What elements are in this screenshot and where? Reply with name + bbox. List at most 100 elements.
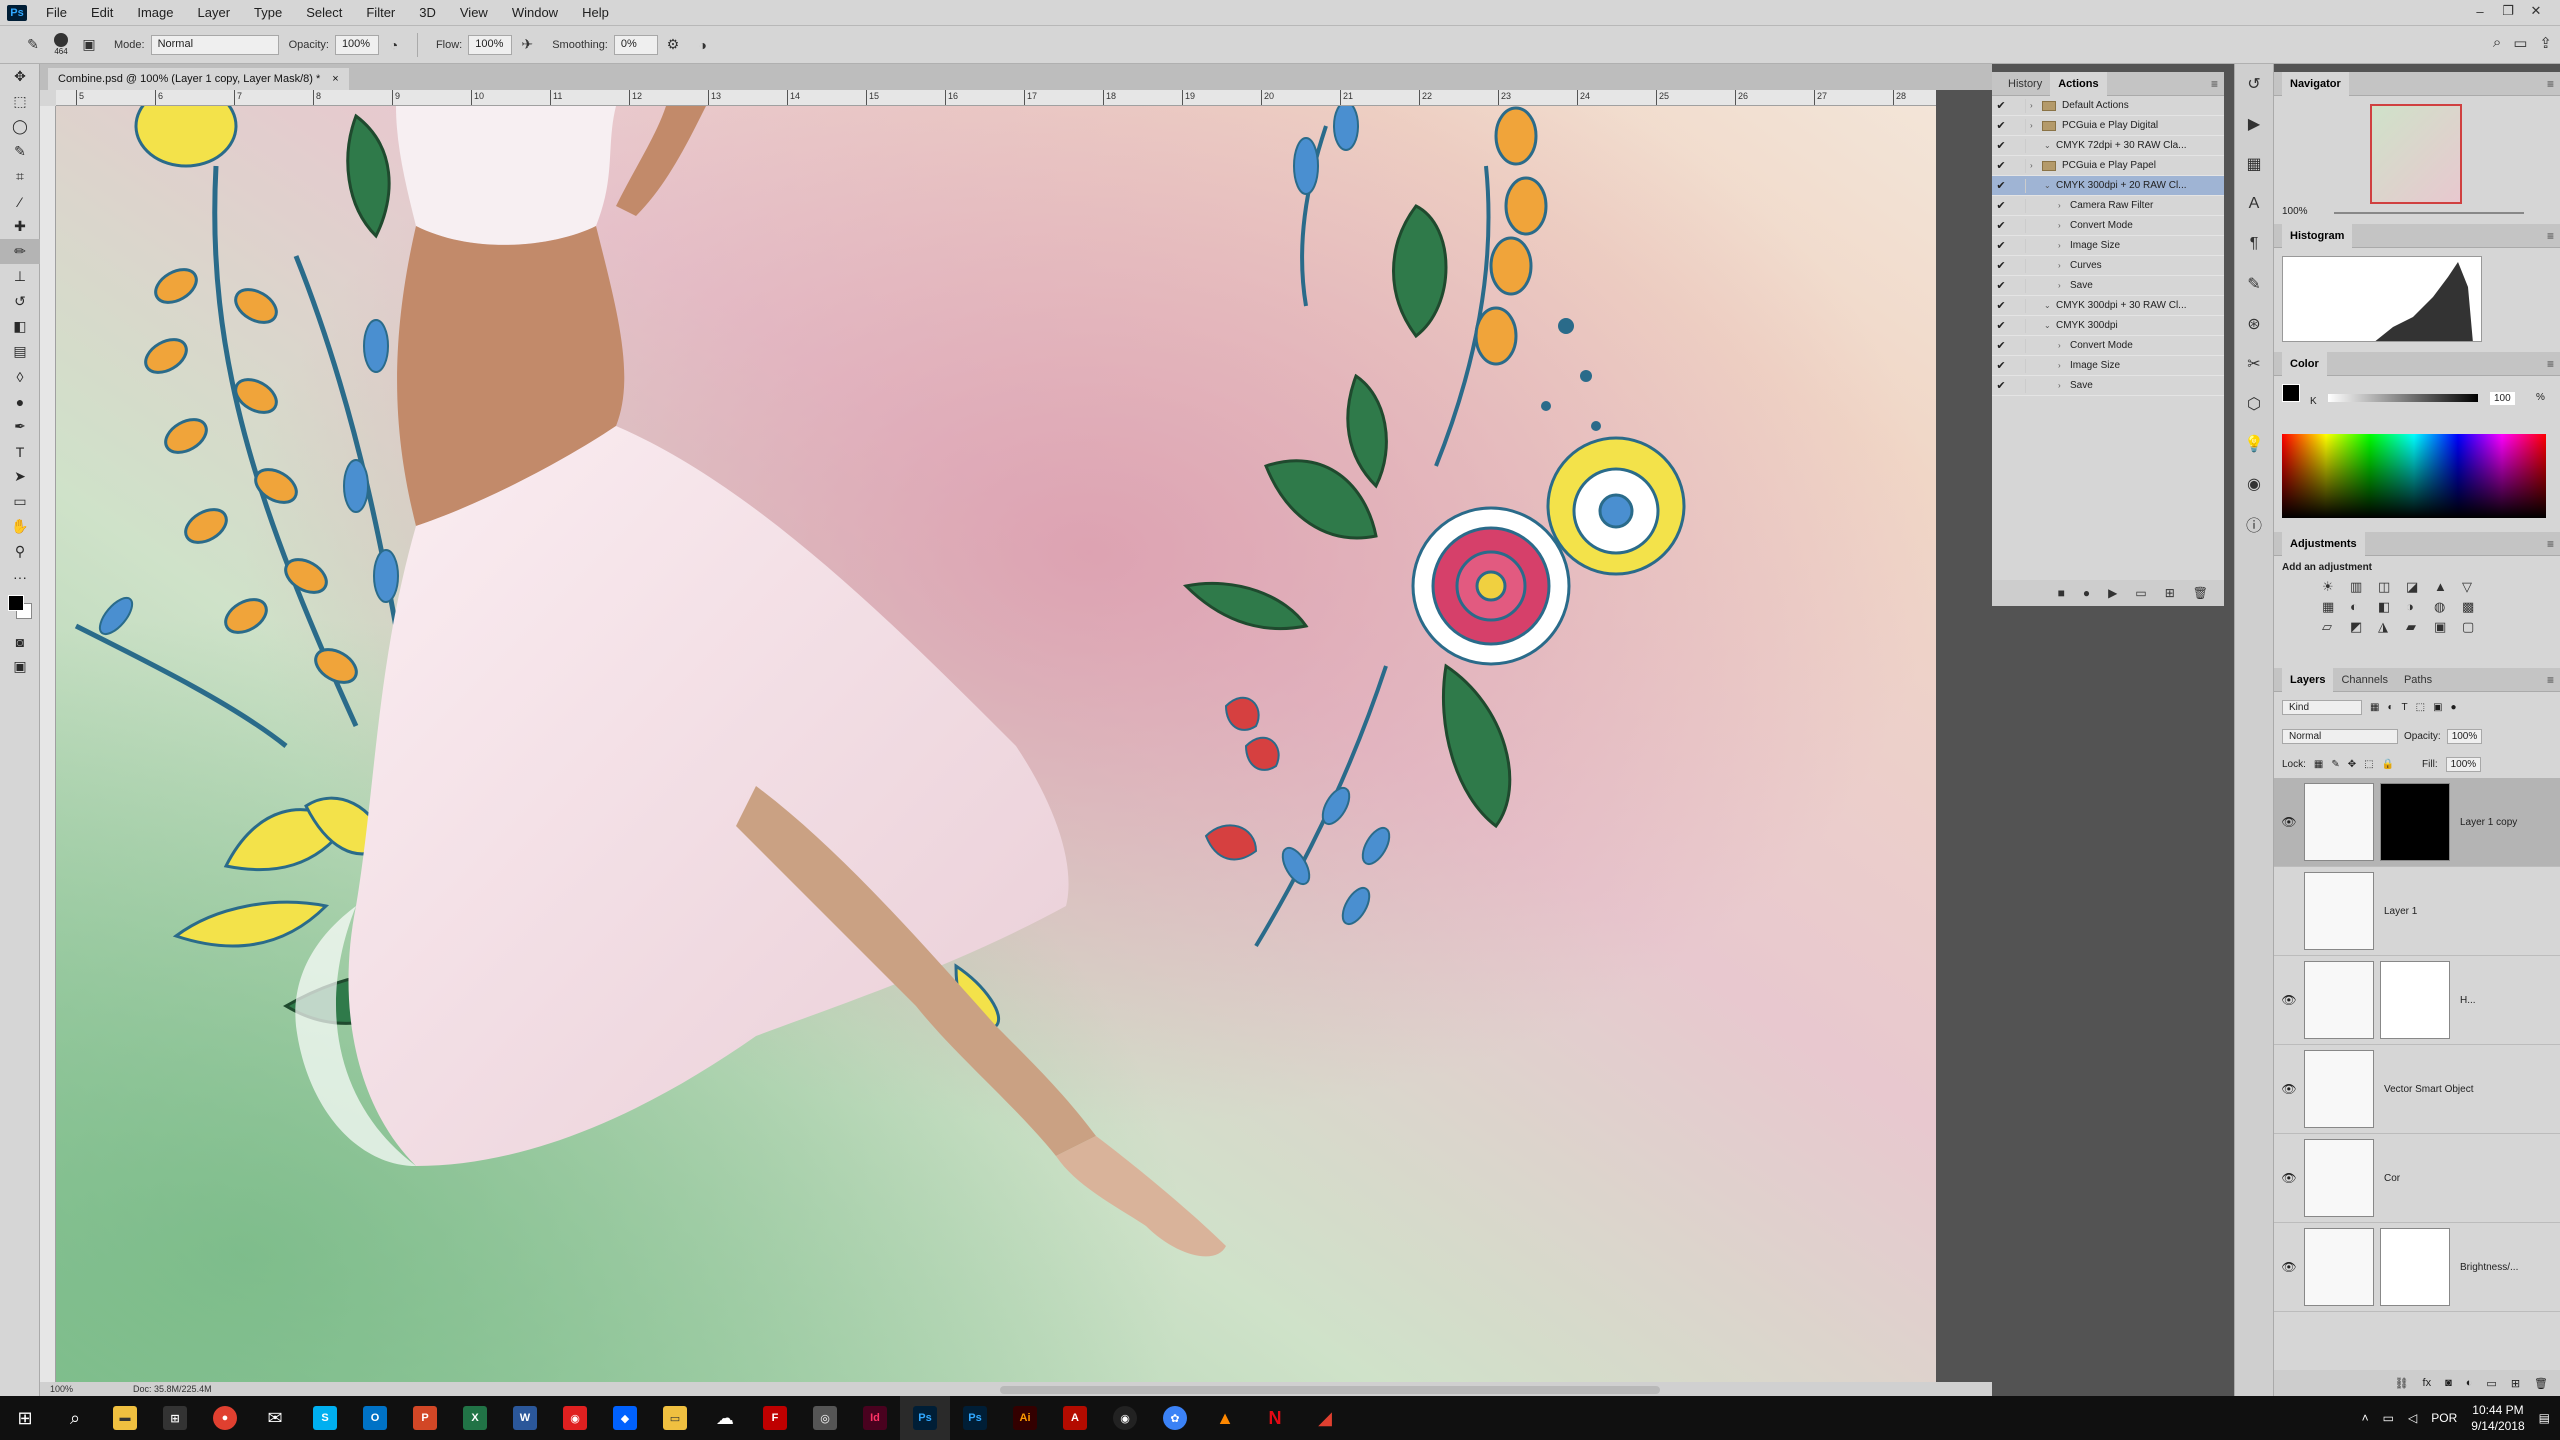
lock-transparent-icon[interactable]: ▦ — [2314, 759, 2323, 770]
layer-blend-select[interactable]: Normal — [2282, 728, 2398, 744]
airbrush-icon[interactable]: ✈ — [516, 34, 538, 56]
chrome-icon[interactable]: ● — [200, 1396, 250, 1440]
menu-view[interactable]: View — [448, 0, 500, 26]
layer-filter-select[interactable]: Kind — [2282, 699, 2362, 715]
layer-row[interactable]: 👁 Layer 1 copy — [2274, 778, 2560, 867]
history-brush-tool-icon[interactable]: ↺ — [0, 289, 40, 314]
adjustment-icon[interactable]: ▽ — [2462, 579, 2486, 595]
menu-filter[interactable]: Filter — [354, 0, 407, 26]
navigator-zoom-slider[interactable] — [2334, 212, 2524, 214]
toggle-check-icon[interactable]: ✔ — [1992, 259, 2010, 272]
adjustment-icon[interactable]: ◩ — [2350, 619, 2374, 635]
healing-tool-icon[interactable]: ✚ — [0, 214, 40, 239]
panel-menu-icon[interactable]: ≡ — [2547, 224, 2554, 248]
3d-icon[interactable]: ⬡ — [2235, 384, 2273, 424]
filter-pixel-icon[interactable]: ▦ — [2370, 702, 2379, 713]
expand-chevron-icon[interactable]: › — [2030, 121, 2042, 130]
layer-thumbnail[interactable] — [2304, 783, 2374, 861]
color-swatches[interactable] — [0, 589, 39, 629]
indesign-icon[interactable]: Id — [850, 1396, 900, 1440]
document-tab[interactable]: Combine.psd @ 100% (Layer 1 copy, Layer … — [48, 68, 349, 90]
menu-layer[interactable]: Layer — [186, 0, 243, 26]
action-row[interactable]: ✔ ⌄ CMYK 300dpi + 20 RAW Cl... — [1992, 176, 2224, 196]
dialog-toggle[interactable] — [2010, 138, 2026, 153]
search-icon[interactable]: ⌕ — [50, 1396, 100, 1440]
dialog-toggle[interactable] — [2010, 178, 2026, 193]
lock-artboard-icon[interactable]: ⬚ — [2364, 759, 2373, 770]
action-row[interactable]: ✔ ⌄ CMYK 300dpi + 30 RAW Cl... — [1992, 296, 2224, 316]
k-value[interactable]: 100 — [2490, 392, 2515, 405]
expand-chevron-icon[interactable]: ⌄ — [2044, 321, 2056, 330]
dialog-toggle[interactable] — [2010, 278, 2026, 293]
layer-row[interactable]: Layer 1 — [2274, 867, 2560, 956]
horizontal-scrollbar[interactable] — [1000, 1386, 1660, 1394]
new-set-icon[interactable]: ▭ — [2135, 586, 2146, 600]
dialog-toggle[interactable] — [2010, 378, 2026, 393]
layer-thumbnail[interactable] — [2304, 872, 2374, 950]
toggle-check-icon[interactable]: ✔ — [1992, 279, 2010, 292]
filter-shape-icon[interactable]: ⬚ — [2416, 702, 2425, 713]
toggle-check-icon[interactable]: ✔ — [1992, 299, 2010, 312]
brush-size-picker[interactable]: 464 — [54, 33, 68, 56]
smoothing-input[interactable]: 0% — [613, 34, 658, 55]
toggle-check-icon[interactable]: ✔ — [1992, 99, 2010, 112]
layer-name[interactable]: Layer 1 — [2384, 906, 2417, 917]
layer-name[interactable]: Layer 1 copy — [2460, 817, 2517, 828]
flow-input[interactable]: 100% — [468, 34, 513, 55]
document-canvas[interactable] — [56, 106, 1936, 1382]
action-row[interactable]: ✔ › Default Actions — [1992, 96, 2224, 116]
dialog-toggle[interactable] — [2010, 318, 2026, 333]
netflix-icon[interactable]: N — [1250, 1396, 1300, 1440]
libraries-icon[interactable]: ◉ — [2235, 464, 2273, 504]
tray-arrow-icon[interactable]: ˄ — [2362, 1411, 2369, 1425]
expand-chevron-icon[interactable]: ⌄ — [2044, 141, 2056, 150]
notifications-icon[interactable]: ▤ — [2539, 1411, 2550, 1425]
lock-all-icon[interactable]: 🔒 — [2382, 759, 2394, 770]
mail-icon[interactable]: ✉ — [250, 1396, 300, 1440]
expand-chevron-icon[interactable]: ⌄ — [2044, 181, 2056, 190]
search-icon[interactable]: ⌕ — [2493, 34, 2501, 52]
obs-icon[interactable]: ◉ — [1100, 1396, 1150, 1440]
adjustment-icon[interactable]: ◧ — [2378, 599, 2402, 615]
brush-settings-icon[interactable]: ▣ — [78, 34, 100, 56]
layer-row[interactable]: 👁 Vector Smart Object — [2274, 1045, 2560, 1134]
zoom-tool-icon[interactable]: ⚲ — [0, 539, 40, 564]
store-icon[interactable]: ⊞ — [150, 1396, 200, 1440]
adjustment-icon[interactable]: ▢ — [2462, 619, 2486, 635]
adjustment-icon[interactable]: ☀ — [2322, 579, 2346, 595]
histogram-title[interactable]: Histogram — [2282, 223, 2353, 248]
expand-chevron-icon[interactable]: › — [2058, 381, 2070, 390]
layer-row[interactable]: 👁 H... — [2274, 956, 2560, 1045]
vlc-icon[interactable]: ▲ — [1200, 1396, 1250, 1440]
path-select-tool-icon[interactable]: ➤ — [0, 464, 40, 489]
adjustment-icon[interactable]: ◍ — [2434, 599, 2458, 615]
layer-row[interactable]: 👁 Cor — [2274, 1134, 2560, 1223]
dialog-toggle[interactable] — [2010, 258, 2026, 273]
stop-icon[interactable]: ■ — [2058, 586, 2065, 600]
layer-thumbnail[interactable] — [2304, 1139, 2374, 1217]
clone-source-icon[interactable]: ⊛ — [2235, 304, 2273, 344]
panel-menu-icon[interactable]: ≡ — [2211, 72, 2218, 96]
expand-chevron-icon[interactable]: › — [2058, 341, 2070, 350]
dodge-tool-icon[interactable]: ● — [0, 389, 40, 414]
network-icon[interactable]: ▭ — [2383, 1411, 2394, 1425]
action-row[interactable]: ✔ ⌄ CMYK 72dpi + 30 RAW Cla... — [1992, 136, 2224, 156]
visibility-eye-icon[interactable]: 👁 — [2274, 1260, 2304, 1274]
action-row[interactable]: ✔ › Curves — [1992, 256, 2224, 276]
adjustment-icon[interactable]: ◪ — [2406, 579, 2430, 595]
visibility-eye-icon[interactable]: 👁 — [2274, 1082, 2304, 1096]
adjustments-title[interactable]: Adjustments — [2282, 531, 2365, 556]
layer-opacity-input[interactable]: 100% — [2446, 728, 2483, 744]
app-red-icon[interactable]: ◉ — [550, 1396, 600, 1440]
toggle-check-icon[interactable]: ✔ — [1992, 179, 2010, 192]
visibility-eye-icon[interactable]: 👁 — [2274, 1171, 2304, 1185]
skype-icon[interactable]: S — [300, 1396, 350, 1440]
dialog-toggle[interactable] — [2010, 218, 2026, 233]
brush-presets-icon[interactable]: ✎ — [2235, 264, 2273, 304]
dialog-toggle[interactable] — [2010, 198, 2026, 213]
adjustment-icon[interactable]: ▱ — [2322, 619, 2346, 635]
toggle-check-icon[interactable]: ✔ — [1992, 379, 2010, 392]
word-icon[interactable]: W — [500, 1396, 550, 1440]
rectangle-tool-icon[interactable]: ▭ — [0, 489, 40, 514]
doc-size-info[interactable]: Doc: 35.8M/225.4M — [133, 1384, 212, 1394]
